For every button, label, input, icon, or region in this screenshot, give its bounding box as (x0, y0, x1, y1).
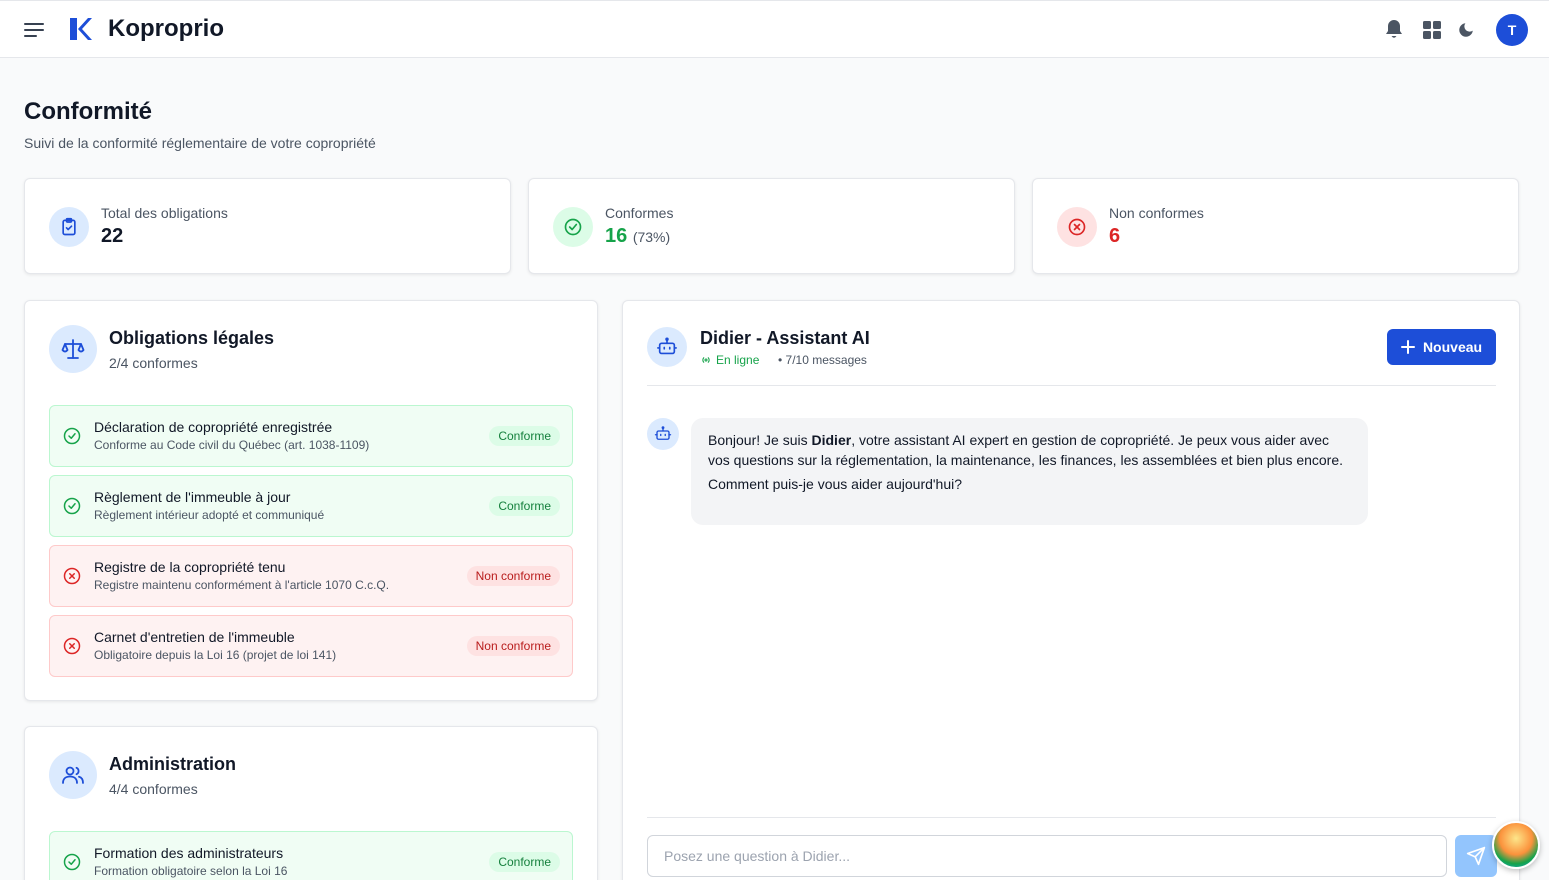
status-badge: Non conforme (466, 566, 560, 586)
obligation-item[interactable]: Formation des administrateurs Formation … (49, 831, 573, 880)
stat-value: 6 (1109, 225, 1121, 247)
chat-title: Didier - Assistant AI (700, 328, 870, 348)
logo-icon (66, 15, 94, 43)
floating-helper-avatar[interactable] (1492, 821, 1540, 869)
obligation-title: Carnet d'entretien de l'immeuble (94, 629, 295, 645)
menu-icon[interactable] (22, 18, 46, 42)
obligation-item[interactable]: Registre de la copropriété tenu Registre… (49, 545, 573, 607)
section-summary: 2/4 conformes (109, 355, 198, 371)
clipboard-check-icon (49, 207, 89, 247)
obligation-description: Règlement intérieur adopté et communiqué (94, 508, 325, 522)
stat-label: Conformes (605, 205, 674, 221)
stat-label: Non conformes (1109, 205, 1204, 221)
bell-icon[interactable] (1382, 18, 1406, 42)
status-badge: Conforme (489, 852, 560, 872)
stat-value: 22 (101, 225, 124, 247)
section-title: Obligations légales (109, 328, 275, 348)
stat-card-total: Total des obligations 22 (24, 178, 511, 274)
page-subtitle: Suivi de la conformité réglementaire de … (24, 135, 376, 151)
status-badge: Conforme (489, 426, 560, 446)
obligation-item[interactable]: Déclaration de copropriété enregistrée C… (49, 405, 573, 467)
user-avatar[interactable]: T (1496, 14, 1528, 46)
assistant-message: Bonjour! Je suis Didier, votre assistant… (691, 418, 1368, 525)
obligation-description: Registre maintenu conformément à l'artic… (94, 578, 390, 592)
status-badge: Conforme (489, 496, 560, 516)
obligation-description: Obligatoire depuis la Loi 16 (projet de … (94, 648, 337, 662)
send-icon (1466, 846, 1486, 866)
obligation-title: Registre de la copropriété tenu (94, 559, 286, 575)
stat-label: Total des obligations (101, 205, 228, 221)
obligation-title: Règlement de l'immeuble à jour (94, 489, 291, 505)
obligation-title: Formation des administrateurs (94, 845, 284, 861)
broadcast-icon (702, 357, 710, 363)
obligation-description: Conforme au Code civil du Québec (art. 1… (94, 438, 370, 452)
message-count: • 7/10 messages (778, 353, 867, 367)
message-paragraph: Comment puis-je vous aider aujourd'hui? (708, 476, 963, 492)
new-conversation-button[interactable]: Nouveau (1387, 329, 1496, 365)
chat-input-divider (647, 817, 1496, 818)
stat-card-non-compliant: Non conformes 6 (1032, 178, 1519, 274)
stat-value: 16 (73%) (605, 225, 671, 247)
assistant-name: Didier (811, 432, 852, 448)
check-circle-icon (63, 853, 81, 871)
stat-card-compliant: Conformes 16 (73%) (528, 178, 1015, 274)
scale-icon (49, 325, 97, 373)
page-title: Conformité (24, 98, 152, 125)
obligation-item[interactable]: Règlement de l'immeuble à jour Règlement… (49, 475, 573, 537)
status-badge: Non conforme (466, 636, 560, 656)
chat-header-divider (647, 385, 1496, 386)
stat-percentage: (73%) (632, 229, 671, 245)
obligation-title: Déclaration de copropriété enregistrée (94, 419, 333, 435)
section-administration: Administration 4/4 conformes Formation d… (24, 726, 598, 880)
check-circle-icon (553, 207, 593, 247)
x-circle-icon (63, 567, 81, 585)
chat-assistant-panel: Didier - Assistant AI En ligne • 7/10 me… (622, 300, 1520, 880)
online-label: En ligne (716, 353, 760, 367)
send-button[interactable] (1455, 835, 1497, 877)
online-status: En ligne (700, 353, 759, 367)
message-paragraph: Bonjour! Je suis Didier, votre assistant… (708, 432, 1344, 468)
chat-input[interactable] (647, 835, 1447, 877)
x-circle-icon (63, 637, 81, 655)
users-icon (49, 751, 97, 799)
section-obligations-legales: Obligations légales 2/4 conformes Déclar… (24, 300, 598, 701)
check-circle-icon (63, 497, 81, 515)
dark-mode-moon-icon[interactable] (1454, 18, 1478, 42)
bot-icon (647, 327, 687, 367)
top-bar: Koproprio T (0, 0, 1549, 58)
section-summary: 4/4 conformes (109, 781, 198, 797)
section-title: Administration (109, 754, 237, 774)
plus-icon (1400, 340, 1415, 354)
bot-icon (647, 418, 679, 450)
new-conversation-label: Nouveau (1422, 339, 1483, 355)
apps-grid-icon[interactable] (1420, 18, 1444, 42)
obligation-item[interactable]: Carnet d'entretien de l'immeuble Obligat… (49, 615, 573, 677)
check-circle-icon (63, 427, 81, 445)
obligation-description: Formation obligatoire selon la Loi 16 (94, 864, 288, 878)
app-title[interactable]: Koproprio (108, 15, 224, 43)
x-circle-icon (1057, 207, 1097, 247)
